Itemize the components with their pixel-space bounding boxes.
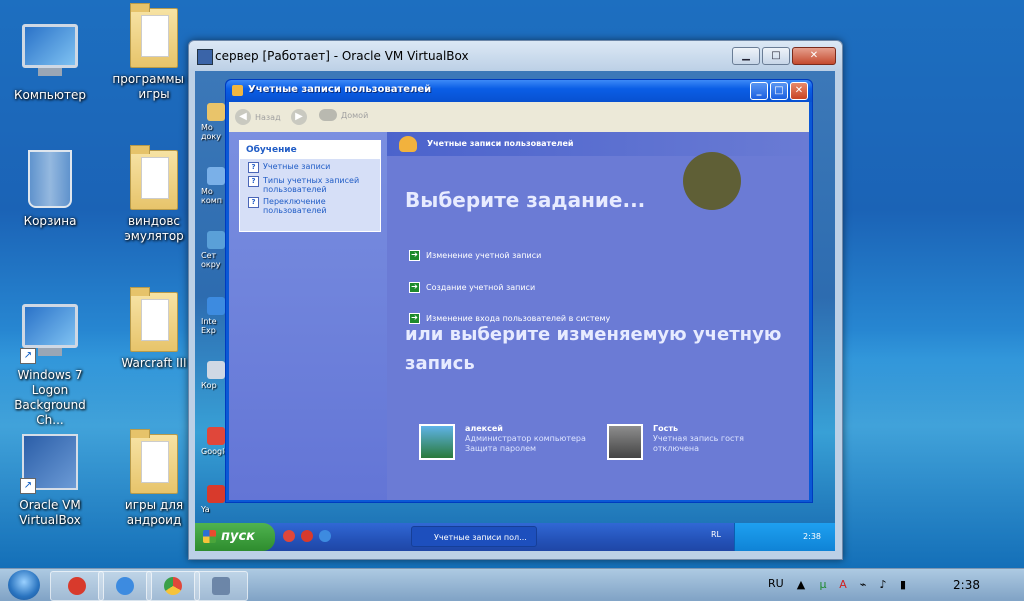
host-clock: 2:38 bbox=[953, 578, 980, 592]
learn-header: Обучение bbox=[240, 141, 380, 159]
cursor-overlay-circle bbox=[683, 152, 741, 210]
user-accounts-icon bbox=[232, 85, 243, 96]
taskbar-chrome[interactable] bbox=[146, 571, 200, 601]
vm-system-tray: 2:38 bbox=[734, 523, 835, 551]
shortcut-arrow-icon: ↗ bbox=[20, 348, 36, 364]
learn-link-accounts[interactable]: ? Учетные записи bbox=[240, 159, 380, 173]
xp-close-button[interactable]: ✕ bbox=[790, 82, 808, 100]
main-panel: Учетные записи пользователей Выберите за… bbox=[387, 132, 809, 500]
users-icon bbox=[399, 136, 417, 152]
account-aleksey[interactable]: алексей Администратор компьютера Защита … bbox=[419, 424, 586, 460]
toolbar: ◀ Назад ▶ Домой bbox=[229, 102, 809, 133]
minimize-button[interactable]: ▁ bbox=[732, 47, 760, 65]
xp-maximize-button[interactable]: □ bbox=[770, 82, 788, 100]
computer-icon bbox=[22, 24, 78, 68]
logon-background-shortcut[interactable]: ↗ Windows 7 Logon Background Ch... bbox=[0, 298, 100, 428]
taskbar-yandex[interactable] bbox=[50, 571, 104, 601]
green-arrow-icon: ➔ bbox=[409, 250, 420, 261]
task-change-account[interactable]: ➔ Изменение учетной записи bbox=[409, 250, 541, 261]
pick-account-heading: или выберите изменяемую учетную запись bbox=[405, 324, 782, 374]
shortcut-arrow-icon: ↗ bbox=[20, 478, 36, 494]
computer-desktop-icon[interactable]: Компьютер bbox=[0, 18, 100, 103]
virtualbox-titlebar[interactable]: сервер [Работает] - Oracle VM VirtualBox… bbox=[189, 41, 842, 71]
host-taskbar: RU ▲ µ A ⌁ ♪ ▮ 2:38 bbox=[0, 568, 1024, 601]
yandex-icon bbox=[68, 577, 86, 595]
close-button[interactable]: ✕ bbox=[792, 47, 836, 65]
language-indicator[interactable]: RL bbox=[711, 530, 721, 539]
recycle-bin-icon bbox=[28, 150, 72, 208]
virtualbox-shortcut[interactable]: ↗ Oracle VM VirtualBox bbox=[0, 434, 100, 528]
user-accounts-window: Учетные записи пользователей _ □ ✕ ◀ Наз… bbox=[225, 79, 813, 503]
network-icon[interactable]: ▮ bbox=[896, 578, 910, 592]
host-language-indicator[interactable]: RU bbox=[768, 577, 784, 590]
xp-minimize-button[interactable]: _ bbox=[750, 82, 768, 100]
forward-button[interactable]: ▶ bbox=[291, 109, 307, 125]
window-title: сервер [Работает] - Oracle VM VirtualBox bbox=[215, 49, 469, 63]
folder-icon bbox=[130, 287, 178, 352]
home-button[interactable]: Домой bbox=[319, 109, 368, 121]
back-arrow-icon: ◀ bbox=[235, 109, 251, 125]
task-create-account[interactable]: ➔ Создание учетной записи bbox=[409, 282, 535, 293]
users-home-icon bbox=[319, 109, 337, 121]
virtualbox-app-icon bbox=[197, 49, 213, 65]
account-guest[interactable]: Гость Учетная запись гостя отключена bbox=[607, 424, 744, 460]
green-arrow-icon: ➔ bbox=[409, 282, 420, 293]
help-icon: ? bbox=[248, 162, 259, 173]
virtualbox-window: сервер [Работает] - Oracle VM VirtualBox… bbox=[188, 40, 843, 560]
tray-arrow-icon[interactable]: ▲ bbox=[794, 578, 808, 592]
panel-header: Учетные записи пользователей bbox=[387, 132, 809, 156]
palm-tree-avatar bbox=[419, 424, 455, 460]
chrome-icon bbox=[164, 577, 182, 595]
taskbar-ie[interactable] bbox=[98, 571, 152, 601]
ie-quicklaunch-icon[interactable] bbox=[319, 530, 331, 542]
learn-about-box: Обучение ? Учетные записи ? Типы учетных з… bbox=[239, 140, 381, 232]
folder-icon bbox=[130, 429, 178, 494]
folder-icon bbox=[130, 145, 178, 210]
taskbar-virtualbox[interactable] bbox=[194, 571, 248, 601]
learn-link-switch-users[interactable]: ? Переключение пользователей bbox=[240, 194, 380, 215]
back-button[interactable]: ◀ Назад bbox=[235, 109, 281, 125]
usb-icon[interactable]: ⌁ bbox=[856, 578, 870, 592]
yandex-quicklaunch-icon[interactable] bbox=[301, 530, 313, 542]
help-icon: ? bbox=[248, 176, 259, 187]
folder-icon bbox=[130, 3, 178, 68]
user-accounts-titlebar[interactable]: Учетные записи пользователей _ □ ✕ bbox=[226, 80, 812, 102]
task-pane: Обучение ? Учетные записи ? Типы учетных з… bbox=[229, 132, 387, 500]
windows-start-orb[interactable] bbox=[8, 570, 40, 600]
pick-task-heading: Выберите задание... bbox=[405, 188, 646, 212]
learn-link-account-types[interactable]: ? Типы учетных записей пользователей bbox=[240, 173, 380, 194]
virtualbox-icon bbox=[212, 577, 230, 595]
chrome-quicklaunch-icon[interactable] bbox=[283, 530, 295, 542]
ie-icon bbox=[116, 577, 134, 595]
vm-display[interactable]: Мо доку Мо комп Сет окру Inte Exp Кор Go… bbox=[195, 71, 835, 551]
host-system-tray: RU ▲ µ A ⌁ ♪ ▮ 2:38 bbox=[754, 569, 1024, 601]
forward-arrow-icon: ▶ bbox=[291, 109, 307, 125]
start-button[interactable]: пуск bbox=[195, 523, 275, 551]
vm-taskbar: пуск Учетные записи пол... RL 2:38 bbox=[195, 523, 835, 551]
maximize-button[interactable]: □ bbox=[762, 47, 790, 65]
recycle-bin-desktop-icon[interactable]: Корзина bbox=[0, 150, 100, 229]
utorrent-icon[interactable]: µ bbox=[816, 578, 830, 592]
volume-icon[interactable]: ♪ bbox=[876, 578, 890, 592]
monitor-icon bbox=[22, 304, 78, 348]
vm-clock: 2:38 bbox=[803, 532, 821, 541]
acrobat-icon[interactable]: A bbox=[836, 578, 850, 592]
suitcase-avatar bbox=[607, 424, 643, 460]
help-icon: ? bbox=[248, 197, 259, 208]
taskbar-user-accounts[interactable]: Учетные записи пол... bbox=[411, 526, 537, 547]
